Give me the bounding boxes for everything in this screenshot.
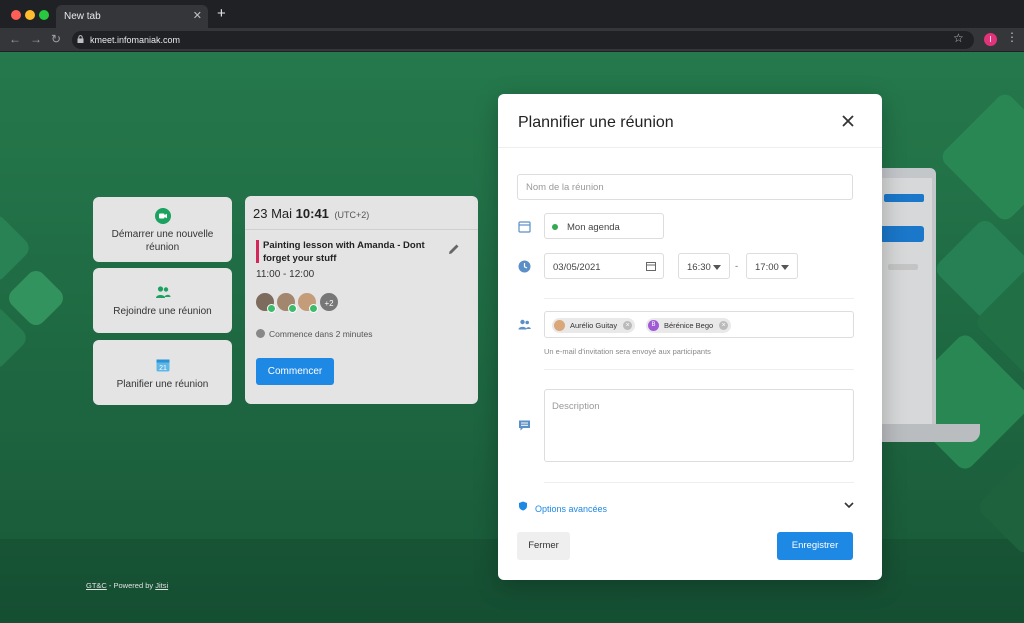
remove-participant-icon[interactable]: × — [623, 321, 633, 330]
start-meeting-card[interactable]: Démarrer une nouvelle réunion — [93, 197, 232, 262]
description-textarea[interactable]: Description — [544, 389, 854, 462]
powered-by-text: - Powered by — [106, 581, 156, 590]
address-bar-row: ← → ↻ kmeet.infomaniak.com ☆ — [0, 28, 1024, 52]
end-time-value: 17:00 — [755, 262, 779, 273]
participant-chip: B Bérénice Bego × — [646, 318, 732, 333]
agenda-select[interactable]: Mon agenda — [544, 213, 664, 239]
participant-avatar — [296, 291, 318, 313]
start-time-select[interactable]: 16:30 — [678, 253, 730, 279]
participant-name: Aurélio Guitay — [570, 321, 618, 330]
close-icon[interactable] — [840, 113, 856, 129]
back-arrow-icon[interactable]: ← — [9, 33, 21, 45]
window-minimize-dot[interactable] — [25, 10, 35, 20]
advanced-options-toggle[interactable]: Options avancées — [535, 504, 607, 514]
join-meeting-label: Rejoindre une réunion — [113, 306, 212, 317]
participant-name: Bérénice Bego — [664, 321, 714, 330]
clock-icon — [256, 329, 265, 338]
plan-meeting-dialog: Plannifier une réunion Nom de la réunion… — [498, 94, 882, 580]
clock-icon — [518, 260, 531, 273]
invite-hint: Un e-mail d'invitation sera envoyé aux p… — [544, 347, 711, 356]
meeting-slot: 11:00 - 12:00 — [256, 269, 315, 280]
join-meeting-card[interactable]: Rejoindre une réunion — [93, 268, 232, 333]
tab-close-icon[interactable]: ✕ — [193, 9, 202, 22]
section-divider — [544, 298, 854, 299]
next-meeting-card: 23 Mai 10:41 (UTC+2) Painting lesson wit… — [245, 196, 478, 404]
gtc-link[interactable]: GT&C — [86, 581, 107, 590]
chevron-down-icon[interactable] — [843, 499, 855, 511]
video-camera-icon — [155, 208, 171, 224]
chevron-down-icon — [713, 265, 721, 270]
url-text: kmeet.infomaniak.com — [90, 35, 181, 45]
start-meeting-label: Démarrer une nouvelle réunion — [111, 229, 214, 253]
participant-chip: Aurélio Guitay × — [552, 318, 636, 333]
lock-icon — [77, 35, 84, 43]
dialog-divider — [498, 147, 882, 148]
url-field[interactable]: kmeet.infomaniak.com — [72, 31, 974, 49]
date-input[interactable]: 03/05/2021 — [544, 253, 664, 279]
meeting-day: 23 Mai — [253, 206, 293, 221]
date-value: 03/05/2021 — [553, 262, 601, 273]
remove-participant-icon[interactable]: × — [719, 321, 729, 330]
bookmark-star-icon[interactable]: ☆ — [953, 31, 964, 45]
new-tab-button[interactable]: + — [217, 6, 226, 21]
section-divider — [544, 482, 854, 483]
plan-meeting-label: Planifier une réunion — [116, 379, 209, 390]
calendar-icon: 21 — [156, 359, 170, 372]
profile-avatar[interactable]: I — [984, 33, 997, 46]
forward-arrow-icon[interactable]: → — [30, 33, 42, 45]
meeting-date-header: 23 Mai 10:41 (UTC+2) — [245, 196, 478, 230]
browser-tab[interactable]: New tab ✕ — [56, 5, 208, 28]
timezone-label: (UTC+2) — [334, 210, 370, 220]
agenda-status-dot — [552, 224, 558, 230]
browser-tabbar: New tab ✕ + — [0, 0, 1024, 28]
dialog-title: Plannifier une réunion — [518, 114, 674, 131]
page-footer: GT&C - Powered by Jitsi — [86, 581, 168, 590]
participant-avatar — [254, 291, 276, 313]
start-button[interactable]: Commencer — [256, 358, 334, 385]
people-icon — [156, 286, 171, 298]
meeting-name-input[interactable]: Nom de la réunion — [517, 174, 853, 200]
starts-in-label: Commence dans 2 minutes — [269, 329, 373, 339]
edit-pencil-icon[interactable] — [447, 242, 461, 256]
calendar-icon — [518, 221, 531, 233]
cancel-button[interactable]: Fermer — [517, 532, 570, 560]
meeting-title: Painting lesson with Amanda - Dont forge… — [263, 240, 425, 264]
current-time: 10:41 — [295, 206, 329, 221]
window-close-dot[interactable] — [11, 10, 21, 20]
plan-meeting-card[interactable]: 21 Planifier une réunion — [93, 340, 232, 405]
svg-text:21: 21 — [159, 365, 167, 372]
participants-input[interactable]: Aurélio Guitay × B Bérénice Bego × — [544, 311, 854, 338]
starts-in-text: Commence dans 2 minutes — [256, 329, 372, 339]
browser-menu-icon[interactable]: ⋮ — [1006, 30, 1018, 44]
jitsi-link[interactable]: Jitsi — [155, 581, 168, 590]
participant-avatar — [275, 291, 297, 313]
chevron-down-icon — [781, 265, 789, 270]
extra-participants-badge: +2 — [318, 291, 340, 313]
agenda-label: Mon agenda — [567, 222, 620, 233]
date-picker-icon[interactable] — [646, 261, 656, 271]
shield-icon — [519, 501, 527, 511]
meeting-color-bar — [256, 240, 259, 263]
time-separator: - — [735, 261, 739, 272]
end-time-select[interactable]: 17:00 — [746, 253, 798, 279]
comment-icon — [519, 420, 530, 431]
window-maximize-dot[interactable] — [39, 10, 49, 20]
save-button[interactable]: Enregistrer — [777, 532, 853, 560]
participant-avatar — [554, 320, 565, 331]
start-time-value: 16:30 — [687, 262, 711, 273]
people-icon — [518, 319, 531, 330]
participant-avatar: B — [648, 320, 659, 331]
reload-icon[interactable]: ↻ — [51, 33, 61, 45]
tab-title: New tab — [64, 11, 101, 22]
section-divider — [544, 369, 854, 370]
